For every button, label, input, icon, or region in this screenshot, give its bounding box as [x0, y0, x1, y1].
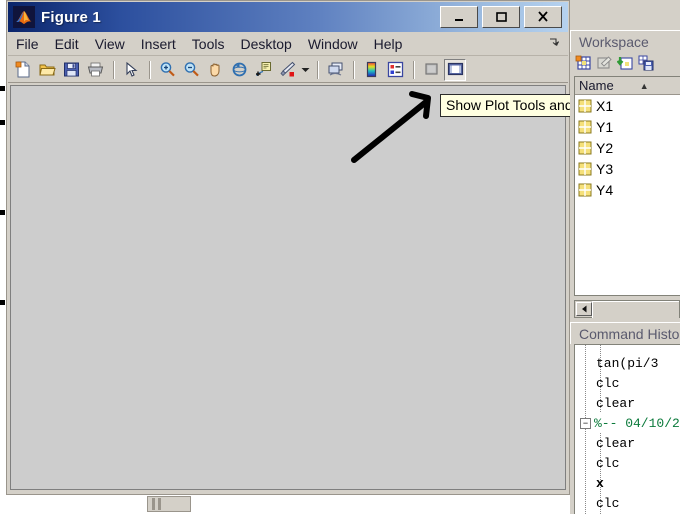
figure-window: Figure 1 File Edit View Insert Tools Des… [6, 0, 570, 495]
menu-edit[interactable]: Edit [47, 34, 87, 54]
workspace-variable-name: X1 [596, 98, 613, 114]
pan-hand-icon[interactable] [204, 59, 226, 81]
workspace-horizontal-scrollbar[interactable] [574, 300, 680, 318]
figure-canvas[interactable] [10, 85, 566, 490]
window-controls [440, 6, 562, 28]
save-workspace-icon[interactable] [637, 54, 655, 72]
colorbar-icon[interactable] [360, 59, 382, 81]
history-entry-text: tan(pi/3 [596, 356, 658, 371]
figure-title: Figure 1 [41, 9, 440, 26]
workspace-column-name: Name [579, 78, 614, 93]
edit-plot-cursor-icon[interactable] [120, 59, 142, 81]
zoom-out-icon[interactable] [180, 59, 202, 81]
workspace-column-header[interactable]: Name ▲ [575, 77, 680, 95]
figure-titlebar: Figure 1 [8, 2, 568, 32]
open-variable-icon[interactable] [595, 54, 613, 72]
toolbar-separator [113, 61, 115, 79]
toolbar-separator [149, 61, 151, 79]
figure-menubar: File Edit View Insert Tools Desktop Wind… [8, 32, 568, 56]
workspace-title: Workspace [570, 30, 680, 52]
maximize-button[interactable] [482, 6, 520, 28]
workspace-variable-row[interactable]: Y2 [575, 137, 680, 158]
close-button[interactable] [524, 6, 562, 28]
figure-toolbar [8, 57, 568, 83]
workspace-variable-name: Y3 [596, 161, 613, 177]
menu-view[interactable]: View [87, 34, 133, 54]
matlab-membrane-icon [13, 6, 35, 28]
history-entry-text: clear [596, 396, 635, 411]
right-docks: Workspace [570, 0, 680, 514]
workspace-toolbar [570, 52, 680, 74]
rotate-3d-icon[interactable] [228, 59, 250, 81]
history-entry[interactable]: tan(pi/3 [575, 353, 680, 373]
history-entry-text: clc [596, 376, 619, 391]
save-figure-icon[interactable] [60, 59, 82, 81]
new-variable-icon[interactable] [574, 54, 592, 72]
zoom-in-icon[interactable] [156, 59, 178, 81]
toolbar-separator [317, 61, 319, 79]
history-entry[interactable]: clear [575, 393, 680, 413]
menu-desktop[interactable]: Desktop [232, 34, 299, 54]
brush-icon[interactable] [276, 59, 298, 81]
workspace-variable-row[interactable]: Y1 [575, 116, 680, 137]
import-data-icon[interactable] [616, 54, 634, 72]
history-entry-text: clc [596, 496, 619, 511]
history-entry-text: clear [596, 436, 635, 451]
workspace-variable-row[interactable]: Y3 [575, 158, 680, 179]
brush-dropdown-caret-icon[interactable] [300, 59, 310, 81]
workspace-variable-row[interactable]: X1 [575, 95, 680, 116]
matrix-icon [578, 162, 592, 176]
command-history-panel: Command Histo tan(pi/3 clc clear − %-- 0 [570, 322, 680, 514]
workspace-variable-name: Y1 [596, 119, 613, 135]
new-figure-icon[interactable] [12, 59, 34, 81]
history-entry-text: x [596, 476, 604, 491]
data-cursor-icon[interactable] [252, 59, 274, 81]
menu-help[interactable]: Help [366, 34, 411, 54]
dock-figure-arrow-icon[interactable] [549, 37, 560, 50]
hide-plot-tools-icon[interactable] [420, 59, 442, 81]
minimize-button[interactable] [440, 6, 478, 28]
workspace-variable-row[interactable]: Y4 [575, 179, 680, 200]
history-session-header[interactable]: − %-- 04/10/2 [575, 413, 680, 433]
screen: Figure 1 File Edit View Insert Tools Des… [0, 0, 680, 514]
scroll-left-arrow-icon[interactable] [576, 302, 592, 316]
workspace-variable-name: Y4 [596, 182, 613, 198]
workspace-panel: Workspace [570, 30, 680, 318]
figure-bottom-tab[interactable] [147, 496, 191, 512]
matrix-icon [578, 183, 592, 197]
show-plot-tools-dock-icon[interactable] [444, 59, 466, 81]
history-entry[interactable]: clear [575, 433, 680, 453]
menu-tools[interactable]: Tools [184, 34, 233, 54]
link-plot-icon[interactable] [324, 59, 346, 81]
open-file-icon[interactable] [36, 59, 58, 81]
history-session-text: %-- 04/10/2 [594, 416, 680, 431]
matrix-icon [578, 99, 592, 113]
scroll-track[interactable] [592, 301, 679, 318]
matrix-icon [578, 120, 592, 134]
matrix-icon [578, 141, 592, 155]
history-entry[interactable]: clc [575, 453, 680, 473]
menu-window[interactable]: Window [300, 34, 366, 54]
workspace-table[interactable]: Name ▲ X1 Y1 [574, 76, 680, 296]
collapse-toggle-icon[interactable]: − [580, 418, 591, 429]
history-entry[interactable]: clc [575, 493, 680, 513]
legend-icon[interactable] [384, 59, 406, 81]
command-history-title: Command Histo [570, 322, 680, 344]
workspace-variable-name: Y2 [596, 140, 613, 156]
toolbar-separator [353, 61, 355, 79]
toolbar-separator [413, 61, 415, 79]
sort-ascending-icon: ▲ [640, 81, 649, 91]
menu-insert[interactable]: Insert [133, 34, 184, 54]
history-entry[interactable]: x [575, 473, 680, 493]
history-entry-text: clc [596, 456, 619, 471]
history-entry[interactable]: clc [575, 373, 680, 393]
menu-file[interactable]: File [8, 34, 47, 54]
command-history-list[interactable]: tan(pi/3 clc clear − %-- 04/10/2 clear c… [574, 344, 680, 514]
print-figure-icon[interactable] [84, 59, 106, 81]
